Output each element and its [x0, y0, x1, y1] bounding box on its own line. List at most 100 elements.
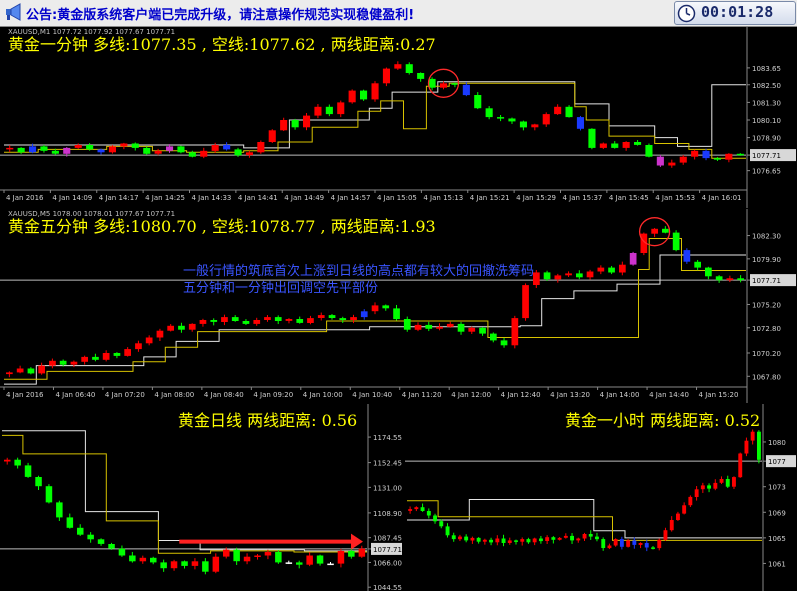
candle	[327, 562, 334, 566]
x-tick-label: 4 Jan 2016	[6, 391, 44, 399]
candle	[306, 552, 313, 567]
x-tick-label: 4 Jan 14:25	[145, 194, 185, 202]
candle	[120, 142, 128, 150]
candle	[588, 128, 596, 150]
candle	[371, 302, 379, 315]
candle	[451, 532, 456, 542]
x-tick-label: 4 Jan 15:53	[655, 194, 695, 202]
candle	[426, 508, 431, 519]
candle	[613, 538, 618, 547]
candle	[588, 530, 593, 540]
candle	[275, 550, 282, 564]
candle	[757, 430, 761, 464]
x-tick-label: 4 Jan 15:37	[563, 194, 603, 202]
chart-panel-h1[interactable]: 1080 1077 1073 1069 1065 1061 黄金一小时 两线距离: 0.5…	[405, 404, 797, 591]
y-tick-label: 1152.45	[373, 460, 402, 468]
candle	[500, 337, 508, 348]
clock-time: 00:01:28	[701, 3, 774, 21]
y-tick-label: 1078.90	[752, 135, 781, 143]
long-line	[2, 434, 367, 554]
chart-d1: 1174.55 1152.45 1131.00 1108.90 1087.45 1077.…	[0, 404, 402, 591]
chart-panel-d1[interactable]: 1174.55 1152.45 1131.00 1108.90 1087.45 1077.…	[0, 404, 403, 591]
chart-panel-m5[interactable]: 1082.30 1079.90 1077.71 1075.20 1072.80 1070.…	[0, 209, 797, 403]
candle	[40, 144, 48, 153]
y-tick-label: 1080.10	[752, 117, 781, 125]
x-tick-label: 4 Jan 15:21	[470, 194, 510, 202]
candle	[700, 482, 705, 493]
candle	[307, 315, 314, 325]
chart-panel-m1[interactable]: 1083.65 1082.50 1081.30 1080.10 1078.90 1077.…	[0, 27, 797, 208]
candle	[638, 542, 643, 549]
candle	[468, 326, 476, 335]
candle	[464, 534, 469, 543]
candle	[470, 536, 475, 544]
candle	[497, 114, 505, 122]
candle	[663, 527, 668, 541]
candle	[570, 533, 574, 544]
candle	[199, 318, 207, 327]
candle	[532, 537, 537, 546]
candle	[738, 452, 743, 478]
candle	[245, 150, 253, 158]
panel-title-d1: 黄金日线 两线距离: 0.56	[178, 411, 358, 430]
candle	[417, 72, 425, 82]
candle	[264, 315, 271, 322]
x-tick-label: 4 Jan 08:40	[204, 391, 244, 399]
candle	[713, 157, 721, 161]
candle	[358, 545, 366, 558]
candle	[14, 457, 21, 469]
candle	[316, 554, 324, 566]
candle	[669, 516, 674, 532]
x-tick-label: 4 Jan 11:20	[402, 391, 442, 399]
candle	[317, 312, 325, 321]
candle	[150, 556, 157, 565]
y-tick-label: 1083.65	[752, 65, 781, 73]
candle	[77, 524, 84, 536]
candle	[35, 475, 42, 491]
x-tick-label: 4 Jan 13:20	[550, 391, 590, 399]
candle	[303, 113, 311, 131]
candle	[750, 429, 755, 445]
megaphone-icon	[6, 3, 21, 21]
candle	[243, 553, 251, 565]
candle	[350, 314, 357, 324]
candle	[425, 321, 433, 332]
candle	[24, 462, 32, 478]
candle	[17, 147, 25, 154]
clock-icon	[677, 4, 696, 23]
y-tick-label: 1077	[768, 458, 786, 466]
candle	[597, 265, 605, 275]
candle	[394, 61, 402, 70]
y-tick-label: 1080	[768, 439, 786, 447]
candle	[682, 502, 687, 515]
x-tick-label: 4 Jan 15:29	[516, 194, 556, 202]
y-tick-label: 1082.50	[752, 82, 781, 90]
short-line	[407, 499, 762, 539]
candle	[188, 323, 196, 332]
candle	[457, 321, 465, 335]
x-tick-label: 4 Jan 06:40	[55, 391, 95, 399]
short-line	[2, 430, 367, 552]
candle	[713, 479, 718, 491]
candle	[393, 304, 400, 321]
candle	[233, 547, 240, 565]
y-tick-label: 1066.00	[373, 559, 402, 567]
candle	[433, 513, 437, 524]
candle	[291, 118, 299, 130]
candle	[601, 537, 606, 551]
candle	[156, 328, 164, 341]
candle	[97, 148, 105, 155]
chart-m5: 1082.30 1079.90 1077.71 1075.20 1072.80 1070.…	[0, 209, 796, 403]
candle	[131, 142, 139, 151]
candle	[531, 123, 539, 131]
candle	[519, 120, 527, 131]
candle	[576, 537, 581, 543]
y-tick-label: 1072.80	[752, 325, 781, 333]
x-tick-label: 4 Jan 15:05	[377, 194, 417, 202]
candle	[707, 483, 711, 493]
candle	[70, 360, 78, 368]
y-tick-label: 1065	[768, 535, 786, 543]
y-tick-label: 1069	[768, 509, 786, 517]
candle	[554, 104, 562, 115]
candle	[440, 81, 448, 90]
